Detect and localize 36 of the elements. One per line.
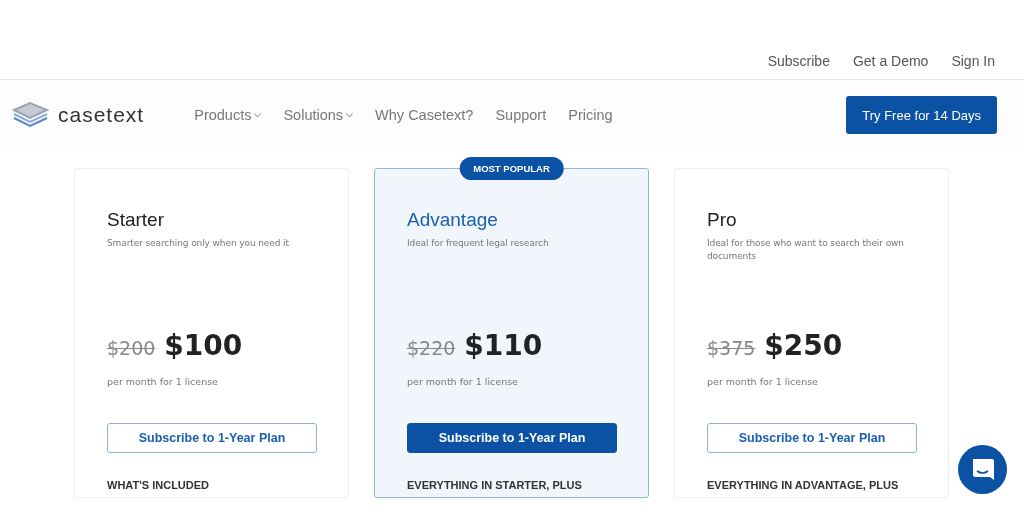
top-link[interactable]: Subscribe bbox=[767, 53, 830, 69]
price-period: per month for 1 license bbox=[107, 376, 219, 387]
price-period: per month for 1 license bbox=[407, 376, 519, 387]
popular-badge: MOST POPULAR bbox=[459, 157, 564, 180]
nav-link[interactable]: Support bbox=[495, 107, 547, 123]
price-period: per month for 1 license bbox=[707, 376, 819, 387]
features-heading: EVERYTHING IN ADVANTAGE, PLUS bbox=[707, 479, 900, 491]
features-heading: EVERYTHING IN STARTER, PLUS bbox=[407, 479, 583, 491]
plan-name: Pro bbox=[707, 209, 738, 231]
logo-text[interactable]: casetext bbox=[58, 103, 145, 127]
old-price: $220 bbox=[407, 337, 456, 359]
plan-name: Advantage bbox=[407, 209, 499, 231]
subscribe-button[interactable]: Subscribe to 1-Year Plan bbox=[407, 423, 617, 453]
caret-icon bbox=[254, 112, 262, 118]
logo-icon bbox=[12, 100, 49, 130]
plan-price: $250 bbox=[764, 329, 843, 362]
top-link[interactable]: Get a Demo bbox=[852, 53, 929, 69]
plan-name: Starter bbox=[107, 209, 166, 231]
nav-link[interactable]: Products bbox=[194, 107, 262, 123]
old-price: $375 bbox=[707, 337, 756, 359]
nav-link[interactable]: Why Casetext? bbox=[375, 107, 474, 123]
subscribe-button[interactable]: Subscribe to 1-Year Plan bbox=[107, 423, 317, 453]
nav-link[interactable]: Solutions bbox=[283, 107, 354, 123]
subscribe-button[interactable]: Subscribe to 1-Year Plan bbox=[707, 423, 917, 453]
plan-description: Ideal for frequent legal research bbox=[407, 237, 550, 250]
plan-description: Ideal for those who want to search their own documents bbox=[707, 237, 905, 263]
plan-description: Smarter searching only when you need it bbox=[107, 237, 290, 250]
old-price: $200 bbox=[107, 337, 156, 359]
chat-button[interactable] bbox=[958, 445, 1007, 494]
try-free-button[interactable]: Try Free for 14 Days bbox=[846, 96, 997, 134]
caret-icon bbox=[346, 112, 354, 118]
nav-link[interactable]: Pricing bbox=[568, 107, 613, 123]
top-link[interactable]: Sign In bbox=[951, 53, 995, 69]
features-heading: WHAT'S INCLUDED bbox=[107, 479, 210, 491]
plan-price: $100 bbox=[164, 329, 243, 362]
plan-price: $110 bbox=[464, 329, 543, 362]
